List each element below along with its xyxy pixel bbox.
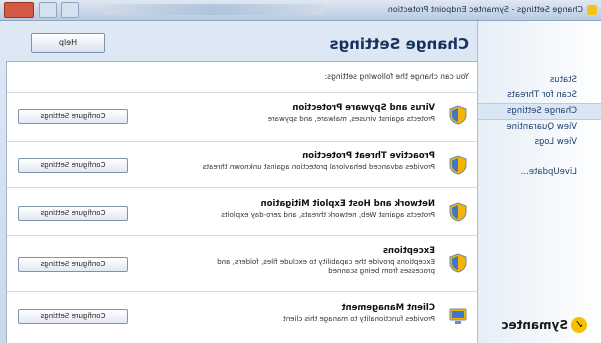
window-title: Change Settings - Symantec Endpoint Prot… <box>387 5 583 14</box>
configure-settings-button[interactable]: Configure Settings <box>18 257 128 272</box>
sidebar-item-scan-for-threats[interactable]: Scan for Threats <box>478 88 601 103</box>
sidebar-item-change-settings[interactable]: Change Settings <box>478 103 601 120</box>
window-controls <box>4 2 81 20</box>
maximize-button[interactable] <box>38 2 57 18</box>
section-description: Protects against viruses, malware, and s… <box>267 115 435 123</box>
sidebar-item-view-logs[interactable]: View Logs <box>478 135 601 150</box>
section-title: Exceptions <box>382 246 435 256</box>
sidebar-item-liveupdate[interactable]: LiveUpdate... <box>478 165 601 180</box>
shield-icon <box>449 155 467 175</box>
sidebar-item-view-quarantine[interactable]: View Quarantine <box>478 120 601 135</box>
settings-section: Client Management Provides functionality… <box>7 291 477 343</box>
configure-settings-button[interactable]: Configure Settings <box>18 309 128 324</box>
settings-list: You can change the following settings: V… <box>6 61 477 343</box>
shield-icon <box>449 308 467 324</box>
sidebar-primary-list: Status Scan for Threats Change Settings … <box>478 73 601 150</box>
brand-logo: ✓ Symantec <box>501 317 587 333</box>
shield-icon <box>449 253 467 273</box>
brand-name: Symantec <box>501 318 568 332</box>
intro-text: You can change the following settings: <box>324 72 469 81</box>
section-title: Client Management <box>341 303 435 313</box>
close-button[interactable] <box>4 2 34 18</box>
sidebar-item-status[interactable]: Status <box>478 73 601 88</box>
minimize-button[interactable] <box>61 2 80 18</box>
settings-section: Proactive Threat Protection Provides adv… <box>7 141 477 187</box>
configure-settings-button[interactable]: Configure Settings <box>18 158 128 173</box>
app-icon <box>587 5 597 15</box>
sidebar-secondary-list: LiveUpdate... <box>478 165 601 180</box>
section-title: Network and Host Exploit Mitigation <box>260 199 435 209</box>
sidebar: Status Scan for Threats Change Settings … <box>477 21 601 343</box>
shield-icon <box>449 202 467 222</box>
page-title: Change Settings <box>329 35 469 53</box>
section-description: Exceptions provide the capability to exc… <box>217 258 435 275</box>
section-description: Protects against Web, network threats, a… <box>221 211 435 219</box>
title-bar: Change Settings - Symantec Endpoint Prot… <box>0 0 601 21</box>
help-button[interactable]: Help <box>31 33 105 53</box>
section-title: Virus and Spyware Protection <box>292 103 435 113</box>
settings-section: Network and Host Exploit Mitigation Prot… <box>7 187 477 235</box>
settings-section: Virus and Spyware Protection Protects ag… <box>7 92 477 141</box>
section-description: Provides advanced behavioral protection … <box>202 163 435 171</box>
section-title: Proactive Threat Protection <box>302 151 435 161</box>
configure-settings-button[interactable]: Configure Settings <box>18 206 128 221</box>
section-description: Provides functionality to manage this cl… <box>283 315 435 323</box>
shield-icon <box>449 105 467 125</box>
main-panel: Change Settings Help You can change the … <box>0 21 477 343</box>
check-icon: ✓ <box>571 317 587 333</box>
taskbar-tabs <box>103 4 323 15</box>
configure-settings-button[interactable]: Configure Settings <box>18 109 128 124</box>
settings-section: Exceptions Exceptions provide the capabi… <box>7 235 477 291</box>
application-window: Change Settings - Symantec Endpoint Prot… <box>0 0 601 343</box>
